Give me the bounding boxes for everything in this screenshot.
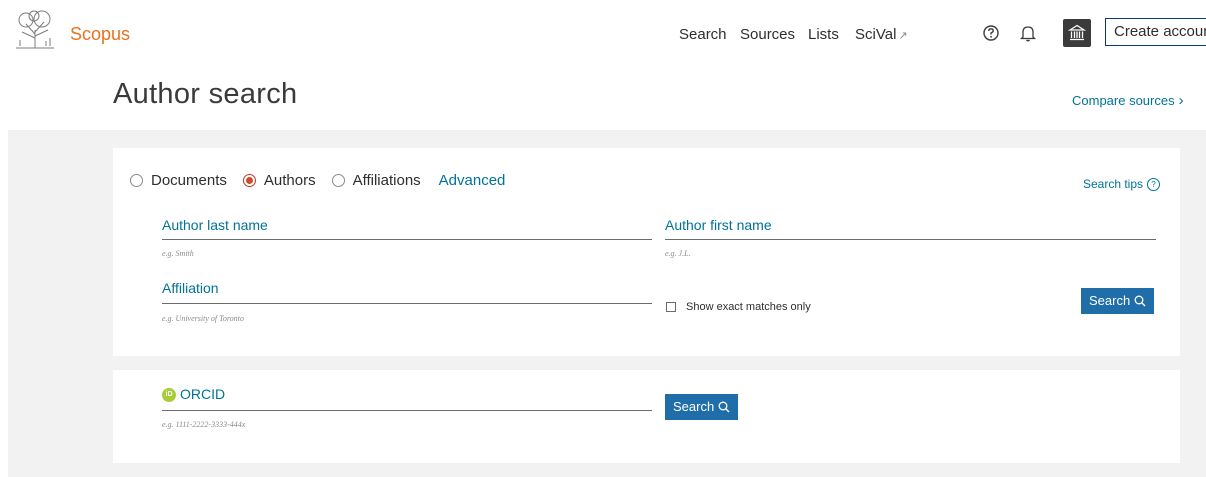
author-first-name-underline	[665, 239, 1156, 240]
exact-matches-label: Show exact matches only	[686, 301, 811, 313]
top-header: Scopus Search Sources Lists SciVal ↗ Crea…	[0, 0, 1206, 70]
help-icon[interactable]	[982, 24, 1000, 42]
magnifier-icon	[1134, 295, 1146, 307]
author-last-name-underline	[162, 239, 652, 240]
author-first-name-field[interactable]: Author first name	[665, 217, 1156, 241]
radio-affiliations[interactable]	[331, 174, 345, 187]
magnifier-icon	[718, 401, 730, 413]
author-search-button[interactable]: Search	[1081, 288, 1155, 314]
nav-scival-label: SciVal	[855, 26, 897, 43]
orcid-underline	[162, 410, 652, 411]
external-link-icon: ↗	[898, 30, 908, 42]
nav-scival[interactable]: SciVal ↗	[855, 26, 908, 43]
orcid-search-button[interactable]: Search	[665, 394, 739, 420]
page-title: Author search	[113, 78, 298, 110]
nav-sources[interactable]: Sources	[740, 26, 795, 43]
search-tips-link[interactable]: Search tips ?	[1083, 177, 1160, 191]
author-last-name-label: Author last name	[162, 217, 268, 233]
orcid-label: ORCID	[180, 386, 226, 402]
radio-affiliations-label[interactable]: Affiliations	[353, 172, 421, 189]
compare-sources-link[interactable]: Compare sources ›	[1072, 92, 1184, 109]
author-search-button-label: Search	[1089, 293, 1131, 308]
radio-authors[interactable]	[242, 174, 256, 187]
bell-icon[interactable]	[1019, 24, 1037, 42]
orcid-hint: e.g. 1111-2222-3333-444x	[162, 420, 246, 429]
scopus-brand[interactable]: Scopus	[70, 24, 130, 45]
author-first-name-hint: e.g. J.L.	[665, 249, 691, 258]
author-last-name-field[interactable]: Author last name	[162, 217, 652, 241]
radio-documents-label[interactable]: Documents	[151, 172, 227, 189]
nav-search[interactable]: Search	[679, 26, 727, 43]
institution-icon	[1067, 24, 1087, 41]
search-type-selector: Documents Authors Affiliations Advanced	[130, 172, 505, 189]
radio-documents[interactable]	[130, 174, 143, 187]
author-first-name-label: Author first name	[665, 217, 772, 233]
exact-matches-option[interactable]: Show exact matches only	[666, 301, 811, 313]
affiliation-hint: e.g. University of Toronto	[162, 314, 244, 323]
orcid-search-button-label: Search	[673, 399, 715, 414]
elsevier-tree-logo[interactable]	[12, 10, 58, 50]
orcid-field[interactable]: iD ORCID	[162, 386, 652, 412]
compare-sources-label: Compare sources	[1072, 93, 1175, 108]
advanced-search-link[interactable]: Advanced	[439, 172, 506, 189]
institution-button[interactable]	[1063, 19, 1091, 47]
author-search-form: Documents Authors Affiliations Advanced …	[113, 148, 1180, 356]
affiliation-field[interactable]: Affiliation	[162, 280, 652, 306]
radio-authors-label[interactable]: Authors	[264, 172, 316, 189]
chevron-right-icon: ›	[1178, 92, 1184, 109]
orcid-search-form: iD ORCID e.g. 1111-2222-3333-444x Search	[113, 370, 1180, 463]
search-tips-label: Search tips	[1082, 177, 1143, 191]
orcid-label-row: iD ORCID	[162, 386, 652, 403]
orcid-id-icon: iD	[162, 388, 176, 403]
exact-matches-checkbox[interactable]	[666, 302, 676, 312]
help-icon: ?	[1147, 177, 1160, 191]
create-account-button[interactable]: Create account	[1105, 18, 1206, 46]
affiliation-label: Affiliation	[162, 280, 219, 296]
nav-lists[interactable]: Lists	[808, 26, 839, 43]
affiliation-underline	[162, 303, 652, 304]
author-last-name-hint: e.g. Smith	[162, 249, 194, 258]
